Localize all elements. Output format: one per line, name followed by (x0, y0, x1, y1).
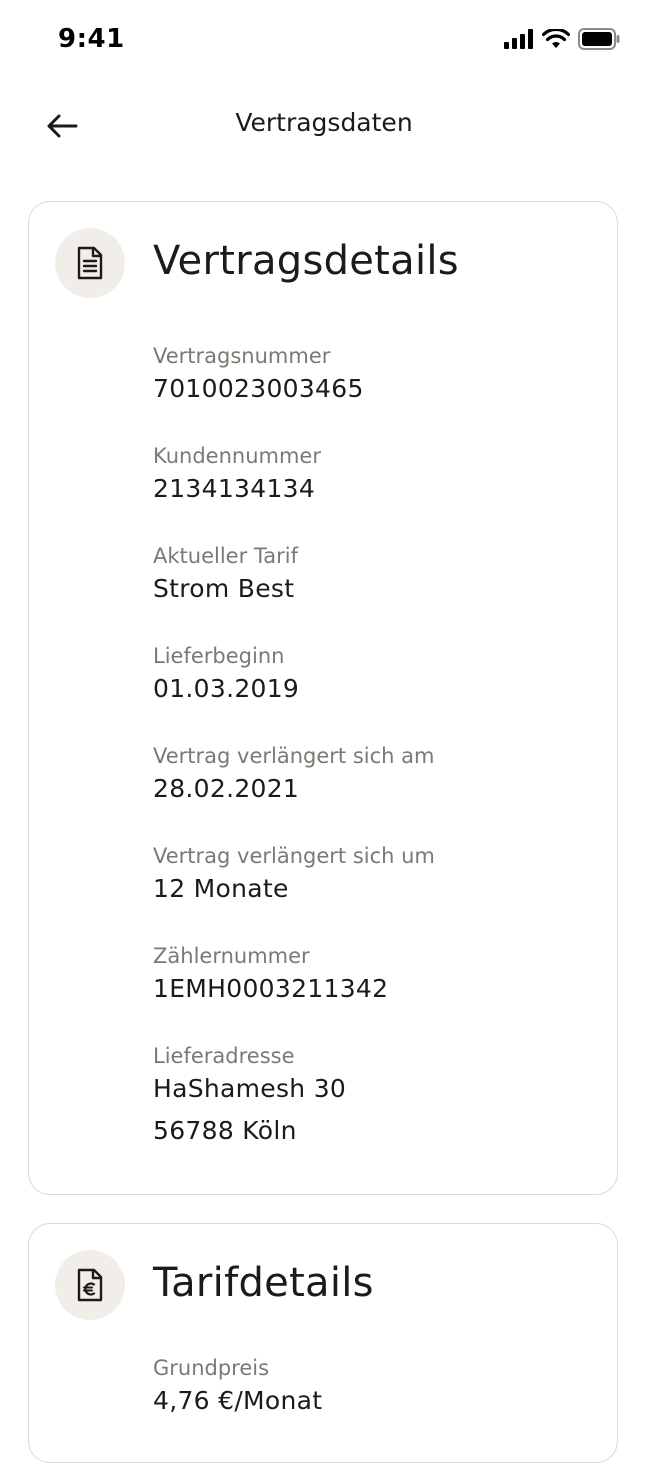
field-label: Grundpreis (153, 1356, 270, 1380)
tariff-details-card: Tarifdetails Grundpreis 4,76 €/Monat (28, 1223, 618, 1463)
field-value: 7010023003465 (153, 374, 364, 403)
field-value: 2134134134 (153, 474, 316, 503)
cellular-signal-icon (504, 29, 533, 49)
field-customer-number: Kundennummer 2134134134 (153, 441, 593, 507)
field-value: 01.03.2019 (153, 674, 300, 703)
contract-details-card: Vertragsdetails Vertragsnummer 701002300… (28, 201, 618, 1195)
navigation-bar: Vertragsdaten (0, 88, 648, 164)
field-delivery-address: Lieferadresse HaShamesh 30 56788 Köln (153, 1041, 593, 1149)
wifi-icon (542, 29, 570, 48)
field-label: Vertrag verlängert sich am (153, 744, 435, 768)
status-bar: 9:41 (0, 0, 648, 80)
status-time: 9:41 (58, 24, 125, 54)
field-value: 4,76 €/Monat (153, 1386, 323, 1415)
contract-details-title: Vertragsdetails (153, 238, 459, 284)
field-value: 1EMH0003211342 (153, 974, 389, 1003)
field-meter-number: Zählernummer 1EMH0003211342 (153, 941, 593, 1007)
field-value: Strom Best (153, 574, 295, 603)
field-contract-number: Vertragsnummer 7010023003465 (153, 341, 593, 407)
field-label: Kundennummer (153, 444, 321, 468)
field-base-price: Grundpreis 4,76 €/Monat (153, 1353, 593, 1419)
field-label: Aktueller Tarif (153, 544, 298, 568)
battery-icon (578, 28, 620, 50)
field-label: Vertragsnummer (153, 344, 331, 368)
field-value: 12 Monate (153, 874, 289, 903)
field-value-city: 56788 Köln (153, 1116, 297, 1145)
field-renewal-date: Vertrag verlängert sich am 28.02.2021 (153, 741, 593, 807)
field-label: Vertrag verlängert sich um (153, 844, 435, 868)
field-renewal-period: Vertrag verlängert sich um 12 Monate (153, 841, 593, 907)
field-value-street: HaShamesh 30 (153, 1074, 347, 1103)
field-delivery-start: Lieferbeginn 01.03.2019 (153, 641, 593, 707)
field-value: 28.02.2021 (153, 774, 300, 803)
euro-document-icon (77, 1268, 103, 1302)
document-icon (77, 246, 103, 280)
field-label: Zählernummer (153, 944, 310, 968)
field-label: Lieferbeginn (153, 644, 285, 668)
field-label: Lieferadresse (153, 1044, 295, 1068)
tariff-details-title: Tarifdetails (153, 1260, 374, 1306)
field-current-tariff: Aktueller Tarif Strom Best (153, 541, 593, 607)
document-icon-container (55, 228, 125, 298)
page-title: Vertragsdaten (235, 108, 413, 137)
euro-document-icon-container (55, 1250, 125, 1320)
status-icons (504, 28, 620, 50)
